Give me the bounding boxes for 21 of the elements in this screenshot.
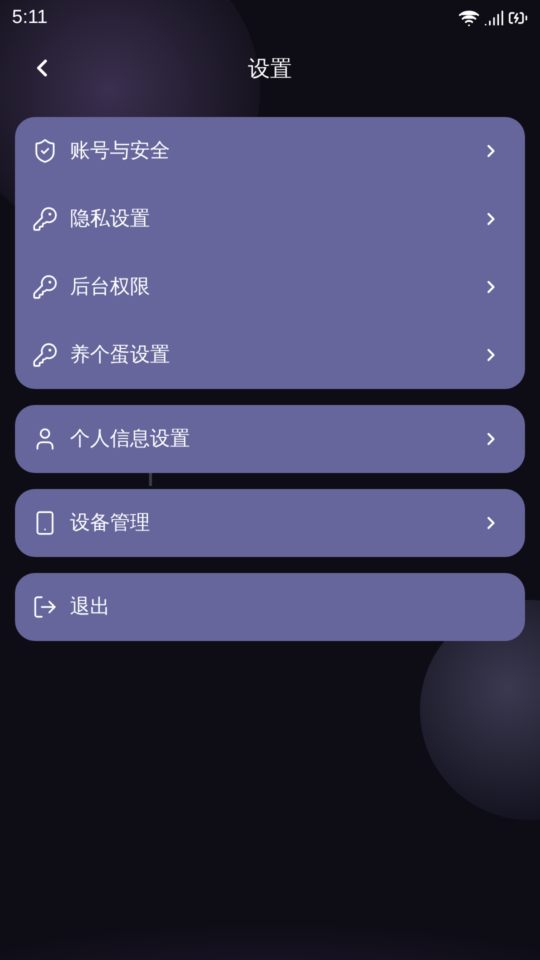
key-icon xyxy=(32,274,58,300)
item-label: 账号与安全 xyxy=(70,139,171,164)
key-icon xyxy=(32,342,58,368)
page-title: 设置 xyxy=(248,54,292,82)
settings-item[interactable]: 养个蛋设置 xyxy=(15,321,525,389)
status-time: 5:11 xyxy=(12,6,48,30)
item-label: 养个蛋设置 xyxy=(70,343,171,368)
key-icon xyxy=(32,206,58,232)
settings-item[interactable]: 账号与安全 xyxy=(15,117,525,185)
item-label: 后台权限 xyxy=(70,275,151,300)
logout-icon xyxy=(32,594,58,620)
settings-item[interactable]: 设备管理 xyxy=(15,489,525,557)
settings-item[interactable]: 后台权限 xyxy=(15,253,525,321)
item-label: 退出 xyxy=(70,595,111,620)
settings-item[interactable]: 隐私设置 xyxy=(15,185,525,253)
item-label: 隐私设置 xyxy=(70,207,151,232)
settings-item[interactable]: 退出 xyxy=(15,573,525,641)
item-label: 个人信息设置 xyxy=(70,427,191,452)
settings-item[interactable]: 个人信息设置 xyxy=(15,405,525,473)
signal-icon xyxy=(484,8,504,28)
item-label: 设备管理 xyxy=(70,511,151,536)
